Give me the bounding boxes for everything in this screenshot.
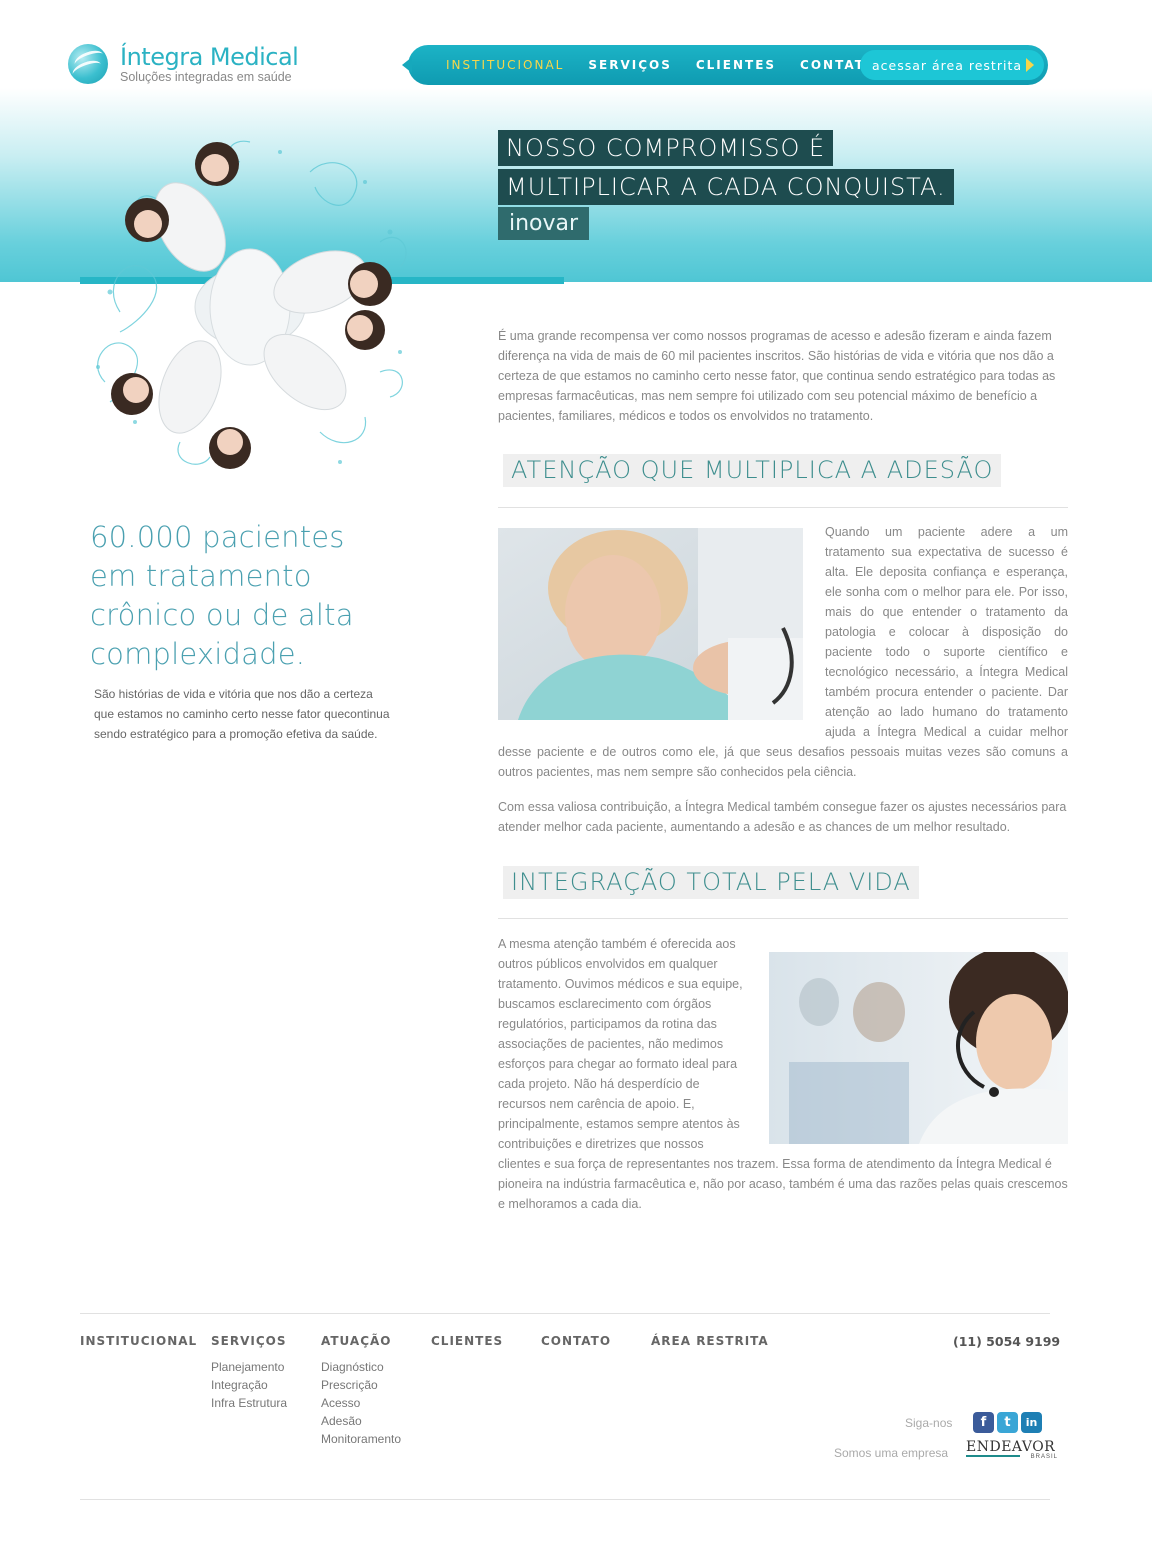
restricted-area-label: acessar área restrita bbox=[872, 57, 1023, 73]
stat-headline: 60.000 pacientes em tratamento crônico o… bbox=[90, 520, 354, 671]
footer-link-prescricao[interactable]: Prescrição bbox=[321, 1376, 401, 1394]
footer-divider-bottom bbox=[80, 1499, 1050, 1500]
footer-link-planejamento[interactable]: Planejamento bbox=[211, 1358, 287, 1376]
hero-headline-line1: NOSSO COMPROMISSO É bbox=[498, 130, 834, 166]
arrow-right-icon bbox=[1026, 58, 1034, 72]
footer-link-integracao[interactable]: Integração bbox=[211, 1376, 287, 1394]
main-nav: INSTITUCIONAL SERVIÇOS CLIENTES CONTATO … bbox=[402, 45, 1048, 85]
hero-subheadline: inovar bbox=[498, 207, 590, 240]
footer-col-atuacao: ATUAÇÃO Diagnóstico Prescrição Acesso Ad… bbox=[321, 1334, 401, 1448]
footer-col-contato: CONTATO bbox=[541, 1334, 611, 1358]
footer-link-area-restrita[interactable]: ÁREA RESTRITA bbox=[651, 1334, 769, 1348]
company-label: Somos uma empresa bbox=[834, 1446, 949, 1460]
footer-col-servicos: SERVIÇOS Planejamento Integração Infra E… bbox=[211, 1334, 287, 1412]
footer-col-institucional: INSTITUCIONAL bbox=[80, 1334, 197, 1358]
footer-link-contato[interactable]: CONTATO bbox=[541, 1334, 611, 1348]
footer-phone: (11) 5054 9199 bbox=[953, 1334, 1061, 1349]
hero-illustration bbox=[96, 140, 407, 469]
footer-link-clientes[interactable]: CLIENTES bbox=[431, 1334, 503, 1348]
footer-link-infra-estrutura[interactable]: Infra Estrutura bbox=[211, 1394, 287, 1412]
divider bbox=[498, 918, 1068, 919]
hero-headline-line2: MULTIPLICAR A CADA CONQUISTA. bbox=[498, 169, 954, 205]
linkedin-icon[interactable]: in bbox=[1021, 1412, 1042, 1433]
section-title-adesao: ATENÇÃO QUE MULTIPLICA A ADESÃO bbox=[503, 454, 1002, 487]
twitter-icon[interactable]: t bbox=[997, 1412, 1018, 1433]
follow-label: Siga-nos bbox=[905, 1416, 953, 1430]
section-integracao: A mesma atenção também é oferecida aos o… bbox=[498, 934, 1068, 1214]
facebook-icon[interactable]: f bbox=[973, 1412, 994, 1433]
footer-link-monitoramento[interactable]: Monitoramento bbox=[321, 1430, 401, 1448]
footer-link-servicos[interactable]: SERVIÇOS bbox=[211, 1334, 287, 1348]
restricted-area-button[interactable]: acessar área restrita bbox=[860, 50, 1044, 80]
footer-link-institucional[interactable]: INSTITUCIONAL bbox=[80, 1334, 197, 1348]
footer-col-area-restrita: ÁREA RESTRITA bbox=[651, 1334, 769, 1358]
logo-tagline: Soluções integradas em saúde bbox=[120, 70, 292, 84]
intro-paragraph: É uma grande recompensa ver como nossos … bbox=[498, 329, 1056, 423]
nav-item-servicos[interactable]: SERVIÇOS bbox=[588, 58, 671, 72]
footer-link-atuacao[interactable]: ATUAÇÃO bbox=[321, 1334, 401, 1348]
stat-description: São histórias de vida e vitória que nos … bbox=[94, 687, 390, 741]
nav-item-institucional[interactable]: INSTITUCIONAL bbox=[446, 58, 564, 72]
footer-link-adesao[interactable]: Adesão bbox=[321, 1412, 401, 1430]
logo[interactable]: Íntegra Medical Soluções integradas em s… bbox=[68, 43, 299, 84]
footer-link-acesso[interactable]: Acesso bbox=[321, 1394, 401, 1412]
section-title-integracao: INTEGRAÇÃO TOTAL PELA VIDA bbox=[503, 866, 919, 899]
footer-col-clientes: CLIENTES bbox=[431, 1334, 503, 1358]
endeavor-logo[interactable]: ENDEAVOR BRASIL bbox=[966, 1440, 1058, 1464]
logo-icon bbox=[68, 44, 108, 84]
adesao-paragraph-2: Com essa valiosa contribuição, a Íntegra… bbox=[498, 800, 1067, 834]
call-center-photo bbox=[769, 952, 1068, 1144]
divider bbox=[498, 507, 1068, 508]
footer-link-diagnostico[interactable]: Diagnóstico bbox=[321, 1358, 401, 1376]
nav-item-clientes[interactable]: CLIENTES bbox=[696, 58, 776, 72]
endeavor-word: ENDEAVOR bbox=[966, 1439, 1056, 1455]
section-adesao: Quando um paciente adere a um tratamento… bbox=[498, 522, 1068, 837]
logo-name: Íntegra Medical bbox=[120, 43, 299, 71]
patient-photo bbox=[498, 528, 803, 720]
footer-divider-top bbox=[80, 1313, 1050, 1314]
